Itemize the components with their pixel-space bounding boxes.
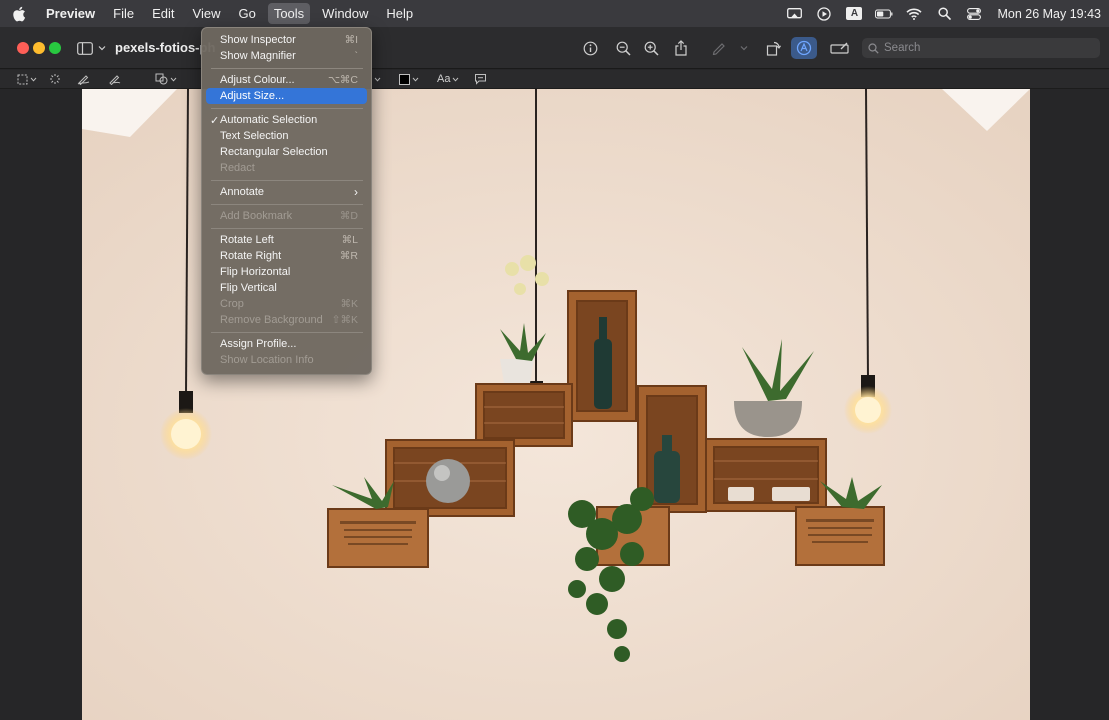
menu-item-adjust-colour[interactable]: Adjust Colour... ⌥⌘C (206, 72, 367, 88)
menu-item-show-inspector[interactable]: Show Inspector ⌘I (206, 32, 367, 48)
menu-item-rotate-right[interactable]: Rotate Right ⌘R (206, 248, 367, 264)
submenu-arrow-icon: › (354, 185, 358, 199)
preview-window: pexels-fotios-ph Aa (0, 27, 1109, 720)
magic-wand-icon (50, 74, 60, 84)
menu-view[interactable]: View (187, 3, 227, 24)
menu-go[interactable]: Go (232, 3, 261, 24)
sketch-tool[interactable] (77, 72, 90, 86)
menu-item-remove-background: Remove Background ⇧⌘K (220, 314, 358, 326)
chevron-down-icon (374, 77, 381, 82)
speech-bubble-icon (475, 74, 486, 85)
share-icon[interactable] (671, 38, 691, 58)
title-bar: pexels-fotios-ph (0, 27, 1109, 69)
shapes-icon (155, 73, 168, 85)
sidebar-icon (77, 41, 93, 55)
menu-edit[interactable]: Edit (146, 3, 180, 24)
menu-separator (211, 228, 363, 229)
menu-item-add-bookmark: Add Bookmark ⌘D (220, 210, 358, 222)
instant-alpha-tool[interactable] (49, 72, 61, 86)
chevron-down-icon (30, 77, 37, 82)
zoom-out-icon[interactable] (613, 38, 633, 58)
font-style-label: Aa (437, 73, 451, 85)
menu-item-rectangular-selection[interactable]: Rectangular Selection (206, 144, 367, 160)
chevron-down-icon (98, 46, 106, 51)
search-field[interactable] (862, 38, 1100, 58)
rectangular-selection-tool[interactable] (17, 72, 37, 86)
play-circle-icon[interactable] (815, 6, 833, 21)
control-center-icon[interactable] (965, 7, 983, 21)
window-minimize-button[interactable] (33, 42, 45, 54)
menubar-clock[interactable]: Mon 26 May 19:43 (997, 7, 1101, 21)
info-icon[interactable] (580, 38, 600, 58)
chevron-down-icon (453, 77, 459, 82)
window-zoom-button[interactable] (49, 42, 61, 54)
colour-swatch (399, 73, 410, 85)
highlight-menu-chevron-icon[interactable] (734, 38, 754, 58)
search-input[interactable] (884, 42, 1084, 54)
markup-toolbar-button[interactable] (791, 37, 817, 59)
window-close-button[interactable] (17, 42, 29, 54)
highlight-pen-icon[interactable] (709, 38, 729, 58)
sketch-icon (77, 75, 90, 85)
search-icon (868, 42, 879, 54)
tools-menu-dropdown: Show Inspector ⌘I Show Magnifier ` Adjust … (201, 27, 372, 375)
checkmark-icon: ✓ (210, 114, 220, 127)
menu-item-annotate[interactable]: Annotate › (206, 184, 367, 200)
apple-logo-icon[interactable] (12, 6, 26, 22)
border-style-tool[interactable] (372, 72, 381, 86)
screen-mirroring-icon[interactable] (785, 7, 803, 21)
menu-item-flip-vertical[interactable]: Flip Vertical (206, 280, 367, 296)
battery-icon[interactable] (875, 7, 893, 21)
menu-item-crop: Crop ⌘K (220, 298, 358, 310)
menu-file[interactable]: File (107, 3, 140, 24)
menu-separator (211, 204, 363, 205)
form-fill-icon[interactable] (829, 38, 851, 58)
fill-colour-tool[interactable] (399, 72, 419, 86)
menu-preview[interactable]: Preview (40, 3, 101, 24)
zoom-in-icon[interactable] (641, 38, 661, 58)
menu-item-show-location-info: Show Location Info (220, 354, 314, 366)
text-style-tool[interactable]: Aa (437, 72, 459, 86)
menu-item-show-magnifier[interactable]: Show Magnifier ` (206, 48, 367, 64)
selection-rect-icon (17, 74, 28, 84)
markup-toolbar: Aa (0, 70, 1109, 89)
menu-separator (211, 180, 363, 181)
menu-item-text-selection[interactable]: Text Selection (206, 128, 367, 144)
menu-item-automatic-selection[interactable]: ✓ Automatic Selection (206, 112, 367, 128)
menu-separator (211, 332, 363, 333)
rotate-icon[interactable] (763, 38, 783, 58)
menu-item-rotate-left[interactable]: Rotate Left ⌘L (206, 232, 367, 248)
menu-help[interactable]: Help (380, 3, 419, 24)
menu-item-assign-profile[interactable]: Assign Profile... (206, 336, 367, 352)
menu-item-adjust-size[interactable]: Adjust Size... (206, 88, 367, 104)
menu-item-redact: Redact (220, 162, 255, 174)
draw-tool[interactable] (108, 72, 121, 86)
menu-item-flip-horizontal[interactable]: Flip Horizontal (206, 264, 367, 280)
keyboard-input-icon[interactable]: A (845, 7, 863, 21)
menu-window[interactable]: Window (316, 3, 374, 24)
menu-bar: Preview File Edit View Go Tools Window H… (0, 0, 1109, 27)
menu-separator (211, 68, 363, 69)
menu-separator (211, 108, 363, 109)
menu-tools[interactable]: Tools (267, 3, 311, 24)
sidebar-toggle-button[interactable] (77, 40, 107, 56)
chevron-down-icon (170, 77, 177, 82)
spotlight-search-icon[interactable] (935, 7, 953, 21)
wifi-icon[interactable] (905, 7, 923, 21)
shapes-tool[interactable] (155, 72, 177, 86)
markup-icon (796, 40, 812, 56)
annotate-note-tool[interactable] (474, 72, 487, 86)
draw-pen-icon (109, 75, 121, 85)
chevron-down-icon (412, 77, 419, 82)
